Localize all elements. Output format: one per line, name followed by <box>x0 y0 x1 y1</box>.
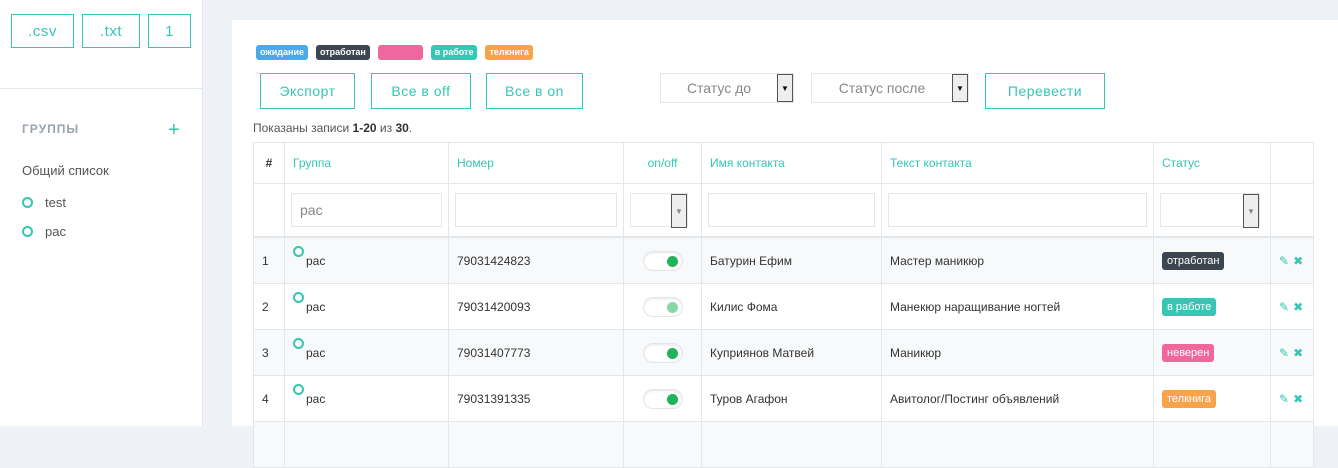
row-phone: 79031424823 <box>448 236 624 284</box>
group-ring-icon <box>293 245 304 257</box>
row-text: Манекюр наращивание ногтей <box>881 283 1154 330</box>
row-name: Батурин Ефим <box>701 236 882 284</box>
onoff-filter-select[interactable]: ▼ <box>630 193 688 228</box>
col-phone[interactable]: Номер <box>448 142 624 184</box>
sidebar: .csv .txt 1 ГРУППЫ + Общий список test р… <box>0 0 203 426</box>
status-before-label: Статус до <box>686 80 752 96</box>
dropdown-arrow-icon: ▼ <box>777 74 793 102</box>
row-phone: 79031407773 <box>448 329 624 376</box>
legend-badge-done: отработан <box>316 45 370 60</box>
status-before-select[interactable]: Статус до ▼ <box>660 73 794 103</box>
text-filter-input[interactable] <box>888 193 1147 227</box>
dropdown-arrow-icon: ▼ <box>671 194 687 228</box>
transfer-button[interactable]: Перевести <box>985 73 1105 109</box>
table-row <box>253 421 1314 468</box>
group-ring-icon <box>22 197 33 208</box>
row-phone: 79031391335 <box>448 375 624 422</box>
col-group[interactable]: Группа <box>284 142 449 184</box>
delete-icon[interactable]: ✖ <box>1293 392 1303 406</box>
dropdown-arrow-icon: ▼ <box>1243 194 1259 228</box>
legend-badge-invalid: неверен <box>377 45 423 60</box>
edit-icon[interactable]: ✎ <box>1279 392 1289 406</box>
add-group-icon[interactable]: + <box>168 120 180 140</box>
table-row: 1 рас 79031424823 Батурин Ефим Мастер ма… <box>253 236 1314 284</box>
row-index: 1 <box>253 236 285 284</box>
group-ring-icon <box>293 337 304 349</box>
legend-badge-phonebook: телкнига <box>485 45 533 60</box>
row-group: рас <box>306 299 326 314</box>
row-text: Мастер маникюр <box>881 236 1154 284</box>
delete-icon[interactable]: ✖ <box>1293 254 1303 268</box>
status-badge: неверен <box>1162 343 1215 362</box>
contacts-table: # Группа Номер on/off Имя контакта Текст… <box>253 142 1314 468</box>
export-txt-button[interactable]: .txt <box>82 14 140 48</box>
all-off-button[interactable]: Все в off <box>371 73 471 109</box>
col-contact-text[interactable]: Текст контакта <box>881 142 1154 184</box>
group-ring-icon <box>293 291 304 303</box>
edit-icon[interactable]: ✎ <box>1279 346 1289 360</box>
table-row: 2 рас 79031420093 Килис Фома Манекюр нар… <box>253 283 1314 330</box>
row-text: Авитолог/Постинг объявлений <box>881 375 1154 422</box>
export-button[interactable]: Экспорт <box>260 73 355 109</box>
group-label: test <box>45 195 66 210</box>
col-contact-name[interactable]: Имя контакта <box>701 142 882 184</box>
status-badge: отработан <box>1162 251 1225 270</box>
export-csv-button[interactable]: .csv <box>11 14 74 48</box>
group-filter-input[interactable]: рас <box>291 193 442 227</box>
onoff-toggle[interactable] <box>642 388 683 409</box>
sidebar-item-group[interactable]: test <box>22 195 66 210</box>
status-badge: телкнига <box>1162 389 1217 408</box>
edit-icon[interactable]: ✎ <box>1279 254 1289 268</box>
row-group: рас <box>306 253 326 268</box>
sidebar-divider <box>0 88 202 89</box>
delete-icon[interactable]: ✖ <box>1293 300 1303 314</box>
dropdown-arrow-icon: ▼ <box>952 74 968 102</box>
legend-badge-waiting: ожидание <box>256 45 308 60</box>
group-label: рас <box>45 224 66 239</box>
onoff-toggle[interactable] <box>642 296 683 317</box>
col-number-index: # <box>253 142 285 184</box>
sidebar-item-group[interactable]: рас <box>22 224 66 239</box>
row-index: 2 <box>253 283 285 330</box>
table-row: 3 рас 79031407773 Куприянов Матвей Маник… <box>253 329 1314 376</box>
edit-icon[interactable]: ✎ <box>1279 300 1289 314</box>
onoff-toggle[interactable] <box>642 342 683 363</box>
row-phone: 79031420093 <box>448 283 624 330</box>
number-button[interactable]: 1 <box>148 14 191 48</box>
row-name: Килис Фома <box>701 283 882 330</box>
all-on-button[interactable]: Все в on <box>486 73 583 109</box>
legend-badge-in-progress: в работе <box>430 45 478 60</box>
row-index: 3 <box>253 329 285 376</box>
row-name: Туров Агафон <box>701 375 882 422</box>
col-status[interactable]: Статус <box>1153 142 1271 184</box>
status-badge: в работе <box>1162 297 1217 316</box>
records-summary: Показаны записи 1-20 из 30. <box>253 121 413 135</box>
col-actions <box>1270 142 1314 184</box>
group-ring-icon <box>22 226 33 237</box>
status-legend: ожидание отработан неверен в работе телк… <box>256 45 533 60</box>
filter-row: рас ▼ ▼ <box>253 183 1314 238</box>
table-row: 4 рас 79031391335 Туров Агафон Авитолог/… <box>253 375 1314 422</box>
status-after-select[interactable]: Статус после ▼ <box>811 73 969 103</box>
phone-filter-input[interactable] <box>455 193 617 227</box>
row-group: рас <box>306 391 326 406</box>
status-filter-select[interactable]: ▼ <box>1160 193 1260 228</box>
col-onoff[interactable]: on/off <box>623 142 702 184</box>
name-filter-input[interactable] <box>708 193 875 227</box>
row-group: рас <box>306 345 326 360</box>
row-index: 4 <box>253 375 285 422</box>
group-ring-icon <box>293 383 304 395</box>
sidebar-item-all[interactable]: Общий список <box>22 163 109 178</box>
table-header: # Группа Номер on/off Имя контакта Текст… <box>253 142 1314 184</box>
onoff-toggle[interactable] <box>642 250 683 271</box>
delete-icon[interactable]: ✖ <box>1293 346 1303 360</box>
groups-title: ГРУППЫ <box>22 122 80 136</box>
row-text: Маникюр <box>881 329 1154 376</box>
row-name: Куприянов Матвей <box>701 329 882 376</box>
status-after-label: Статус после <box>838 80 926 96</box>
